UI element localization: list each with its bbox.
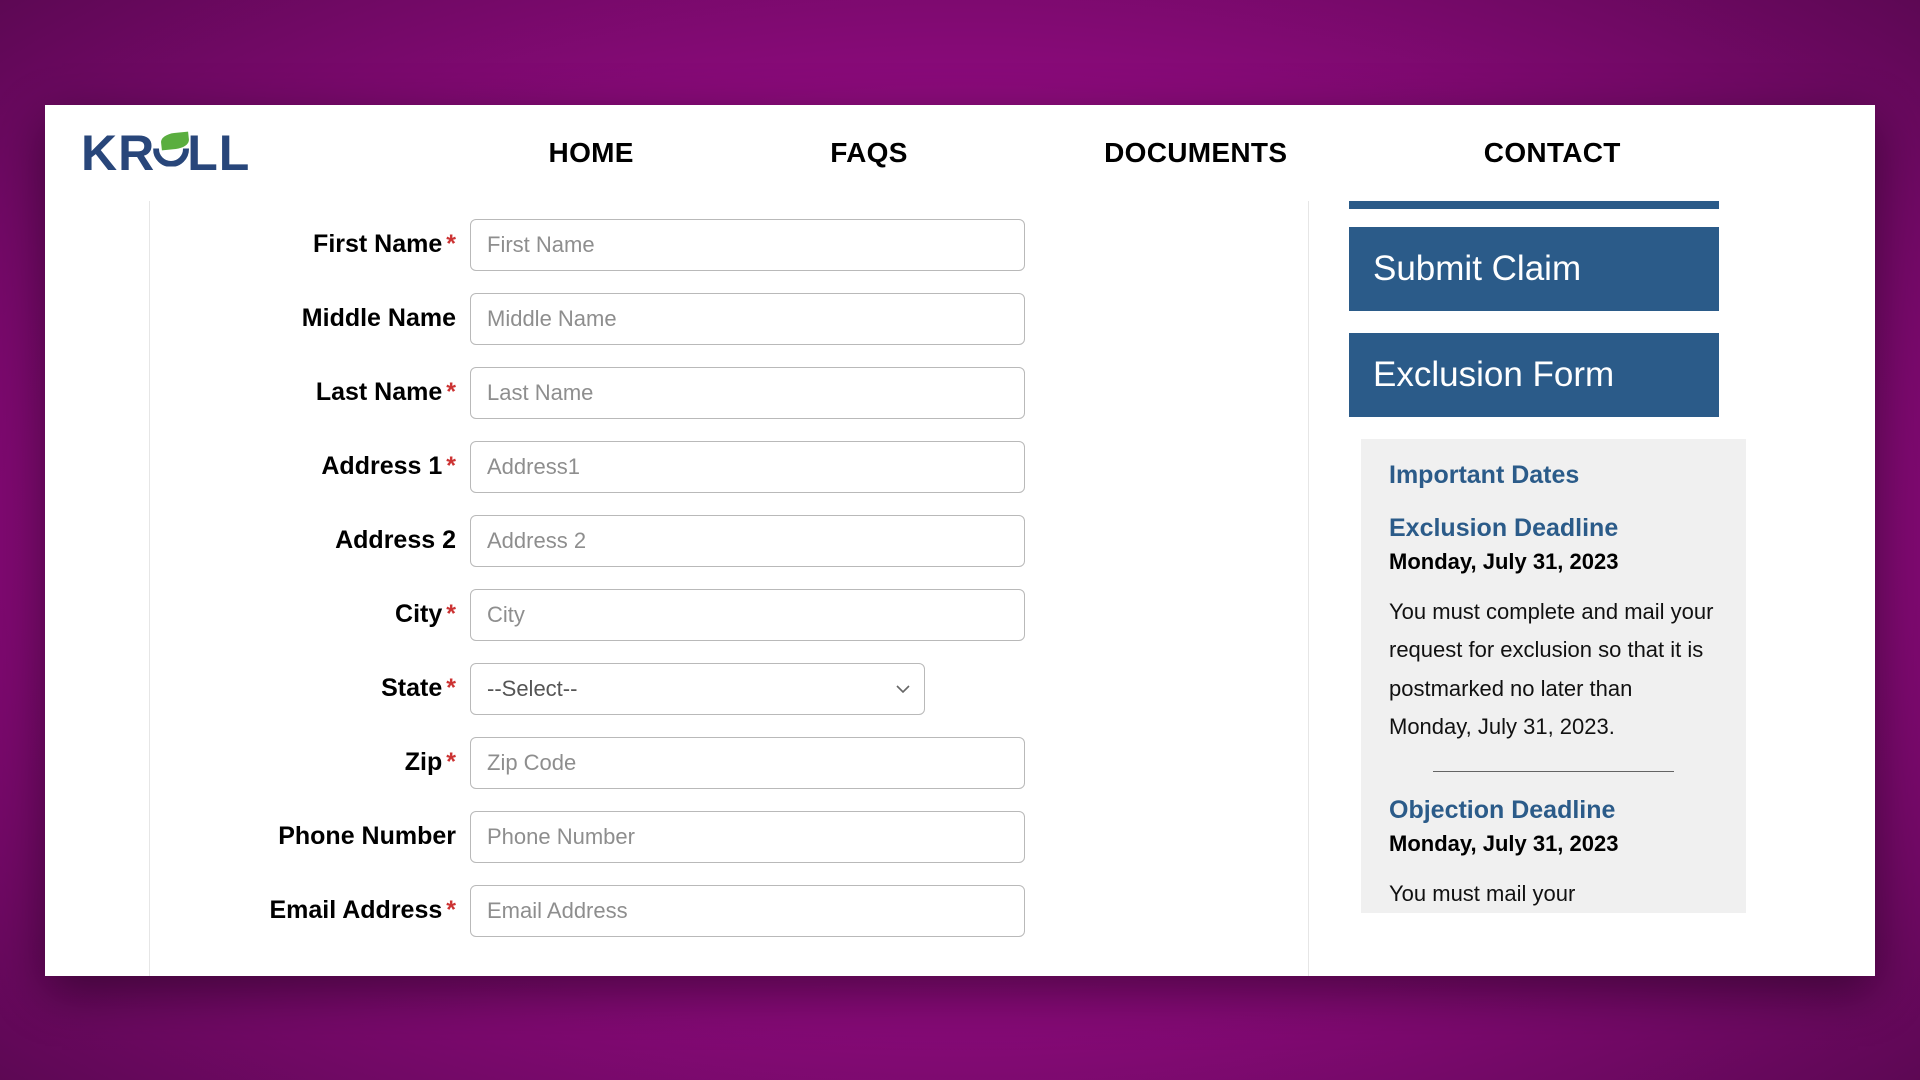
row-last-name: Last Name* — [210, 367, 1274, 419]
email-field[interactable] — [470, 885, 1025, 937]
middle-name-field[interactable] — [470, 293, 1025, 345]
dates-separator — [1433, 771, 1673, 772]
objection-deadline-date: Monday, July 31, 2023 — [1389, 831, 1718, 857]
row-zip: Zip* — [210, 737, 1274, 789]
zip-field[interactable] — [470, 737, 1025, 789]
address2-field[interactable] — [470, 515, 1025, 567]
exclusion-deadline-date: Monday, July 31, 2023 — [1389, 549, 1718, 575]
sidebar: Submit Claim Exclusion Form Important Da… — [1309, 201, 1855, 976]
label-state: State* — [210, 674, 470, 703]
sidebar-top-bar — [1349, 201, 1719, 209]
browser-page: KR LL HOME FAQS DOCUMENTS CONTACT First N… — [45, 105, 1875, 976]
row-address1: Address 1* — [210, 441, 1274, 493]
row-phone: Phone Number — [210, 811, 1274, 863]
site-header: KR LL HOME FAQS DOCUMENTS CONTACT — [45, 105, 1875, 201]
exclusion-deadline-desc: You must complete and mail your request … — [1389, 593, 1718, 747]
label-address1: Address 1* — [210, 452, 470, 481]
claim-form: First Name* Middle Name Last Name* Addre… — [150, 201, 1309, 976]
required-mark: * — [446, 378, 456, 406]
exclusion-form-button[interactable]: Exclusion Form — [1349, 333, 1719, 417]
kroll-logo: KR LL — [81, 124, 250, 182]
label-last-name: Last Name* — [210, 378, 470, 407]
label-city: City* — [210, 600, 470, 629]
logo-k: K — [81, 124, 118, 182]
important-dates-box: Important Dates Exclusion Deadline Monda… — [1361, 439, 1746, 914]
leaf-icon — [153, 131, 189, 167]
main-nav: HOME FAQS DOCUMENTS CONTACT — [450, 137, 1719, 169]
nav-documents[interactable]: DOCUMENTS — [1104, 137, 1287, 169]
logo-r: R — [118, 124, 155, 182]
important-dates-title: Important Dates — [1389, 461, 1718, 490]
nav-contact[interactable]: CONTACT — [1484, 137, 1621, 169]
address1-field[interactable] — [470, 441, 1025, 493]
exclusion-deadline-heading: Exclusion Deadline — [1389, 514, 1718, 543]
row-address2: Address 2 — [210, 515, 1274, 567]
row-city: City* — [210, 589, 1274, 641]
row-first-name: First Name* — [210, 219, 1274, 271]
required-mark: * — [446, 748, 456, 776]
phone-field[interactable] — [470, 811, 1025, 863]
row-state: State* --Select-- — [210, 663, 1274, 715]
required-mark: * — [446, 896, 456, 924]
label-address2: Address 2 — [210, 526, 470, 555]
submit-claim-button[interactable]: Submit Claim — [1349, 227, 1719, 311]
required-mark: * — [446, 600, 456, 628]
label-middle-name: Middle Name — [210, 304, 470, 333]
left-rail — [65, 201, 150, 976]
label-email: Email Address* — [210, 896, 470, 925]
content-area: First Name* Middle Name Last Name* Addre… — [45, 201, 1875, 976]
label-phone: Phone Number — [210, 822, 470, 851]
nav-faqs[interactable]: FAQS — [830, 137, 907, 169]
required-mark: * — [446, 230, 456, 258]
first-name-field[interactable] — [470, 219, 1025, 271]
objection-deadline-heading: Objection Deadline — [1389, 796, 1718, 825]
city-field[interactable] — [470, 589, 1025, 641]
objection-deadline-desc: You must mail your — [1389, 875, 1718, 914]
label-first-name: First Name* — [210, 230, 470, 259]
nav-home[interactable]: HOME — [549, 137, 634, 169]
row-middle-name: Middle Name — [210, 293, 1274, 345]
logo-ll: LL — [187, 124, 250, 182]
label-zip: Zip* — [210, 748, 470, 777]
state-select[interactable]: --Select-- — [470, 663, 925, 715]
row-email: Email Address* — [210, 885, 1274, 937]
required-mark: * — [446, 674, 456, 702]
required-mark: * — [446, 452, 456, 480]
last-name-field[interactable] — [470, 367, 1025, 419]
